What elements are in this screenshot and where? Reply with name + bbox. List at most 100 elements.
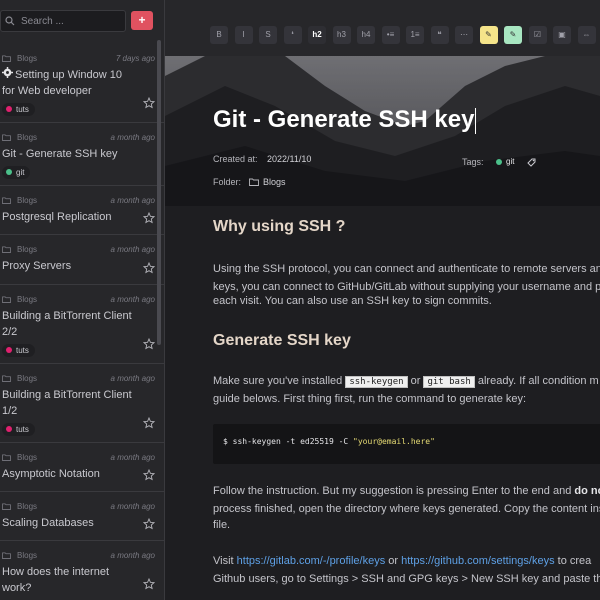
folder-icon: [2, 54, 11, 62]
paragraph-line: Visit https://gitlab.com/-/profile/keys …: [213, 555, 592, 567]
note-list-item[interactable]: Blogs a month ago Git - Generate SSH key gi…: [0, 123, 164, 186]
tag-label: git: [16, 167, 25, 177]
star-icon[interactable]: [143, 97, 155, 109]
toolbar-heading-3-button[interactable]: h3: [332, 26, 351, 44]
note-meta: Blogs a month ago: [2, 293, 155, 305]
note-title: Postgresql Replication: [2, 211, 112, 223]
note-folder: Blogs: [2, 502, 37, 511]
paragraph-line: each visit. You can also use an SSH key …: [213, 295, 492, 307]
note-list-item[interactable]: Blogs a month ago Asymptotic Notation: [0, 443, 164, 492]
search-input[interactable]: [21, 15, 121, 27]
note-folder-name: Blogs: [17, 244, 38, 254]
note-folder: Blogs: [2, 374, 37, 383]
note-folder: Blogs: [2, 196, 37, 205]
note-folder-name: Blogs: [17, 294, 38, 304]
tag-dot: [6, 169, 12, 175]
code-block[interactable]: $ ssh-keygen -t ed25519 -C "your@email.h…: [213, 424, 600, 464]
note-tag[interactable]: tuts: [2, 102, 35, 116]
note-tag[interactable]: tuts: [2, 343, 35, 357]
note-folder-name: Blogs: [17, 53, 38, 63]
toolbar-numbered-list-button[interactable]: 1≡: [406, 26, 424, 44]
tag-label: tuts: [16, 104, 29, 114]
toolbar-highlight-yellow-button[interactable]: ✎: [479, 26, 498, 44]
toolbar-bold-button[interactable]: B: [210, 26, 228, 44]
note-folder-name: Blogs: [17, 373, 38, 383]
note-list: Blogs 7 days ago Setting up Window 10 for …: [0, 44, 164, 600]
created-value: 2022/11/10: [267, 154, 312, 164]
note-timestamp: a month ago: [110, 244, 155, 254]
tag-dot: [496, 158, 502, 165]
star-icon[interactable]: [143, 338, 155, 350]
note-list-item[interactable]: Blogs a month ago How does the internet wo…: [0, 541, 164, 600]
toolbar-more-button[interactable]: ⋯: [455, 26, 473, 44]
folder-icon: [2, 133, 11, 141]
note-list-item[interactable]: Blogs a month ago Building a BitTorrent Cl…: [0, 364, 164, 443]
tag-edit-icon[interactable]: [527, 157, 537, 167]
folder-icon: [2, 453, 11, 461]
star-icon[interactable]: [143, 578, 155, 590]
sidebar: + Blogs 7 days ago Setting up Window 10 fo…: [0, 0, 165, 600]
text-caret: [475, 107, 477, 134]
note-tag[interactable]: git: [2, 165, 31, 179]
toolbar-heading-2-button[interactable]: h2: [308, 26, 326, 44]
note-meta: Blogs a month ago: [2, 131, 155, 143]
note-title: Git - Generate SSH key: [2, 148, 118, 160]
heading-why-ssh: Why using SSH ?: [213, 218, 346, 235]
paragraph-line: Using the SSH protocol, you can connect …: [213, 263, 600, 275]
note-meta: Blogs a month ago: [2, 372, 155, 384]
paragraph-line: guide belows. First thing first, run the…: [213, 393, 527, 405]
tag-dot: [6, 426, 12, 432]
note-list-item[interactable]: Blogs a month ago Building a BitTorrent Cl…: [0, 285, 164, 364]
note-meta: Blogs a month ago: [2, 451, 155, 463]
toolbar-blockquote-button[interactable]: ❝: [430, 26, 449, 44]
toolbar-heading-4-button[interactable]: h4: [357, 26, 375, 44]
sidebar-scrollbar[interactable]: [157, 40, 161, 345]
tag-label: tuts: [16, 424, 29, 434]
toolbar-image-button[interactable]: ▣: [553, 26, 571, 44]
note-folder: Blogs: [2, 295, 37, 304]
tag-label: git: [506, 157, 515, 166]
star-icon[interactable]: [143, 212, 155, 224]
toolbar-italic-button[interactable]: I: [234, 26, 253, 44]
search-box[interactable]: [0, 10, 126, 32]
folder-icon: [249, 178, 259, 186]
toolbar-highlight-green-button[interactable]: ✎: [504, 26, 522, 44]
tag-dot: [6, 347, 12, 353]
note-tag[interactable]: git: [496, 157, 514, 166]
star-icon[interactable]: [143, 262, 155, 274]
note-tag[interactable]: tuts: [2, 422, 35, 436]
toolbar-code-button[interactable]: ⇔: [577, 26, 596, 44]
github-keys-link[interactable]: https://github.com/settings/keys: [401, 555, 554, 567]
toolbar-quote-mark-button[interactable]: ❛: [283, 26, 302, 44]
star-icon[interactable]: [143, 518, 155, 530]
add-note-button[interactable]: +: [131, 11, 153, 30]
gitlab-keys-link[interactable]: https://gitlab.com/-/profile/keys: [237, 555, 386, 567]
tag-label: tuts: [16, 345, 29, 355]
toolbar-bullet-list-button[interactable]: •≡: [381, 26, 400, 44]
note-list-item[interactable]: Blogs a month ago Scaling Databases: [0, 492, 164, 541]
folder-icon: [2, 295, 11, 303]
note-meta: Blogs a month ago: [2, 549, 155, 561]
app-window: + Blogs 7 days ago Setting up Window 10 fo…: [0, 0, 600, 600]
note-title[interactable]: Git - Generate SSH key: [213, 106, 477, 134]
note-list-item[interactable]: Blogs 7 days ago Setting up Window 10 for …: [0, 44, 164, 123]
note-timestamp: 7 days ago: [115, 53, 155, 63]
folder-icon: [2, 374, 11, 382]
note-folder-name: Blogs: [17, 195, 38, 205]
note-folder: Blogs: [2, 54, 37, 63]
inline-code: ssh-keygen: [345, 376, 408, 388]
star-icon[interactable]: [143, 417, 155, 429]
note-title: Setting up Window 10 for Web developer: [2, 67, 123, 97]
note-title: How does the internet work?: [2, 566, 110, 594]
toolbar-strikethrough-button[interactable]: S: [259, 26, 277, 44]
folder-value[interactable]: Blogs: [263, 177, 286, 187]
star-icon[interactable]: [143, 469, 155, 481]
note-list-item[interactable]: Blogs a month ago Postgresql Replication: [0, 186, 164, 235]
note-list-item[interactable]: Blogs a month ago Proxy Servers: [0, 235, 164, 285]
editor-main: B I S ❛ h2 h3 h4 •≡ 1≡ ❝ ⋯ ✎ ✎ ☑ ▣ ⇔ Git - Generate SSH…: [165, 0, 600, 600]
note-timestamp: a month ago: [110, 132, 155, 142]
toolbar-checkbox-button[interactable]: ☑: [528, 26, 547, 44]
note-title: Asymptotic Notation: [2, 468, 100, 480]
search-row: +: [0, 10, 164, 32]
note-folder: Blogs: [2, 551, 37, 560]
